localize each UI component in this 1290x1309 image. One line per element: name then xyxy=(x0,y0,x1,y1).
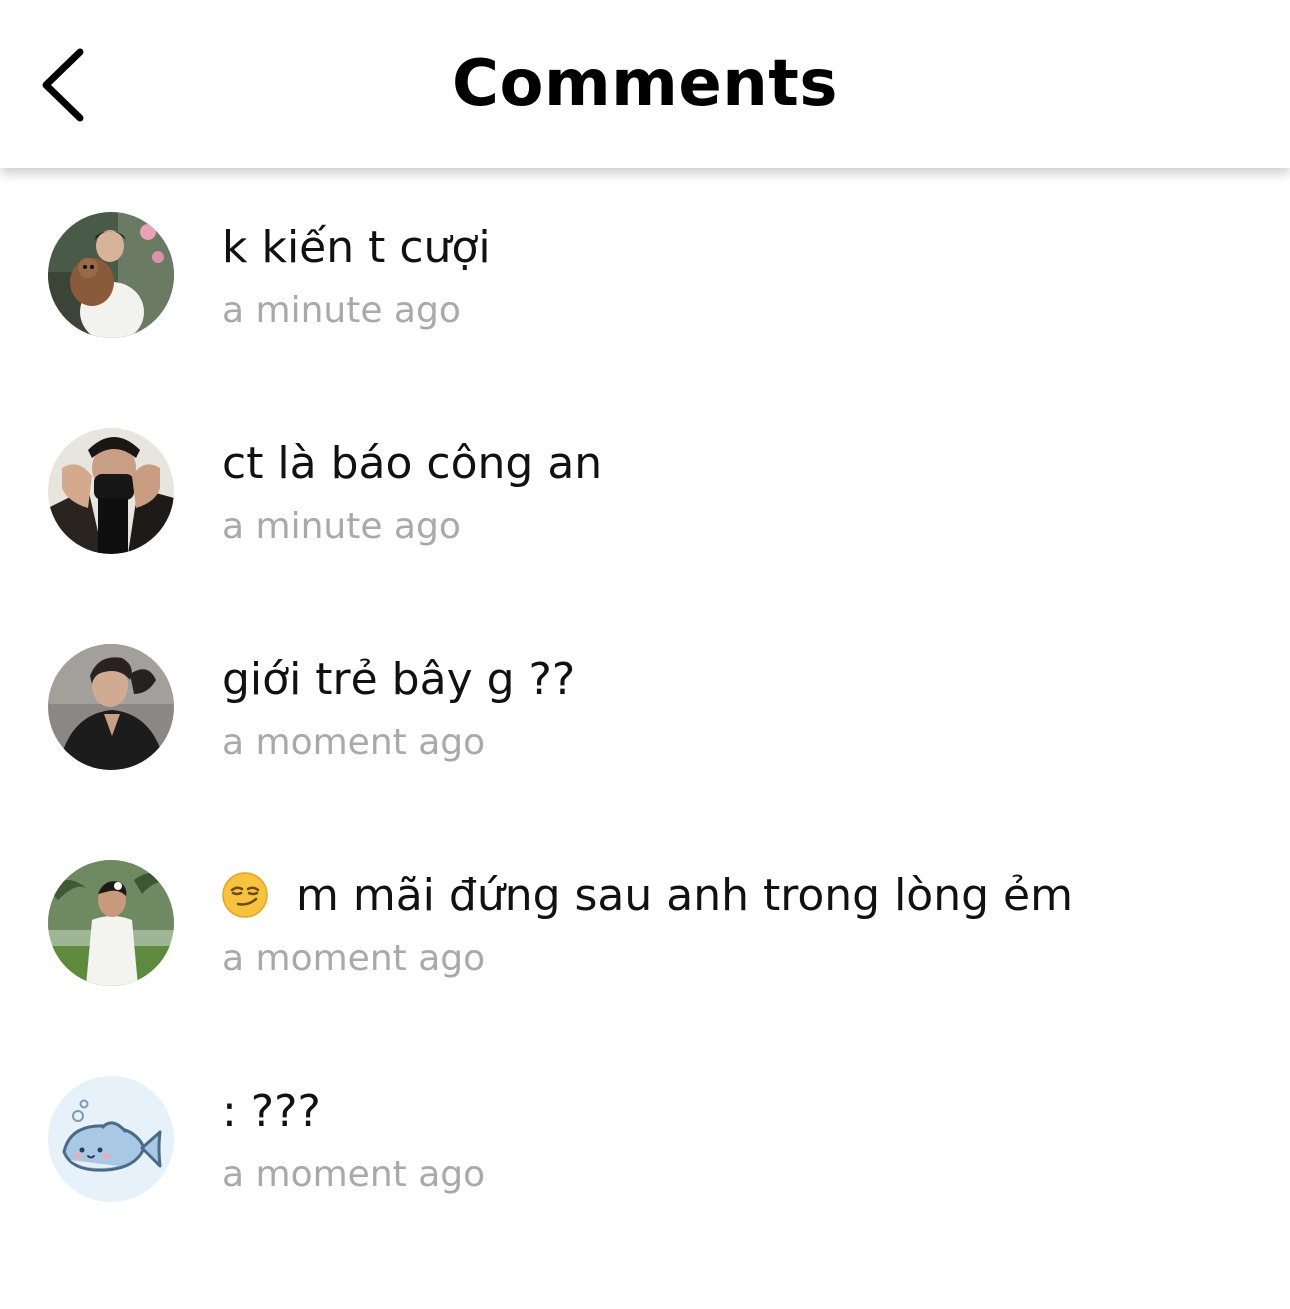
avatar[interactable] xyxy=(48,1076,174,1202)
comment-timestamp: a minute ago xyxy=(222,290,461,331)
comment-item[interactable]: : ??? a moment ago xyxy=(0,1032,1290,1232)
avatar[interactable] xyxy=(48,212,174,338)
avatar[interactable] xyxy=(48,860,174,986)
avatar[interactable] xyxy=(48,644,174,770)
comment-text-label: m mãi đứng sau anh trong lòng ẻm xyxy=(296,870,1073,921)
comment-timestamp: a moment ago xyxy=(222,938,486,979)
comment-item[interactable]: giới trẻ bây g ?? a moment ago xyxy=(0,600,1290,800)
comment-text: m mãi đứng sau anh trong lòng ẻm xyxy=(222,866,1073,926)
comment-item[interactable]: k kiến t cượi a minute ago xyxy=(0,168,1290,368)
comment-text: k kiến t cượi xyxy=(222,222,491,273)
comment-item[interactable]: ct là báo công an a minute ago xyxy=(0,384,1290,584)
header-bar: Comments xyxy=(0,0,1290,168)
fish-cartoon-icon xyxy=(48,1076,174,1202)
comment-timestamp: a moment ago xyxy=(222,722,486,763)
comment-timestamp: a moment ago xyxy=(222,1154,486,1195)
comment-text: : ??? xyxy=(222,1086,321,1137)
avatar[interactable] xyxy=(48,428,174,554)
smirk-emoji xyxy=(222,872,268,918)
comment-item[interactable]: m mãi đứng sau anh trong lòng ẻm a momen… xyxy=(0,816,1290,1016)
comment-text: giới trẻ bây g ?? xyxy=(222,654,576,705)
page-title: Comments xyxy=(452,47,838,121)
comment-text: ct là báo công an xyxy=(222,438,603,489)
comment-timestamp: a minute ago xyxy=(222,506,461,547)
